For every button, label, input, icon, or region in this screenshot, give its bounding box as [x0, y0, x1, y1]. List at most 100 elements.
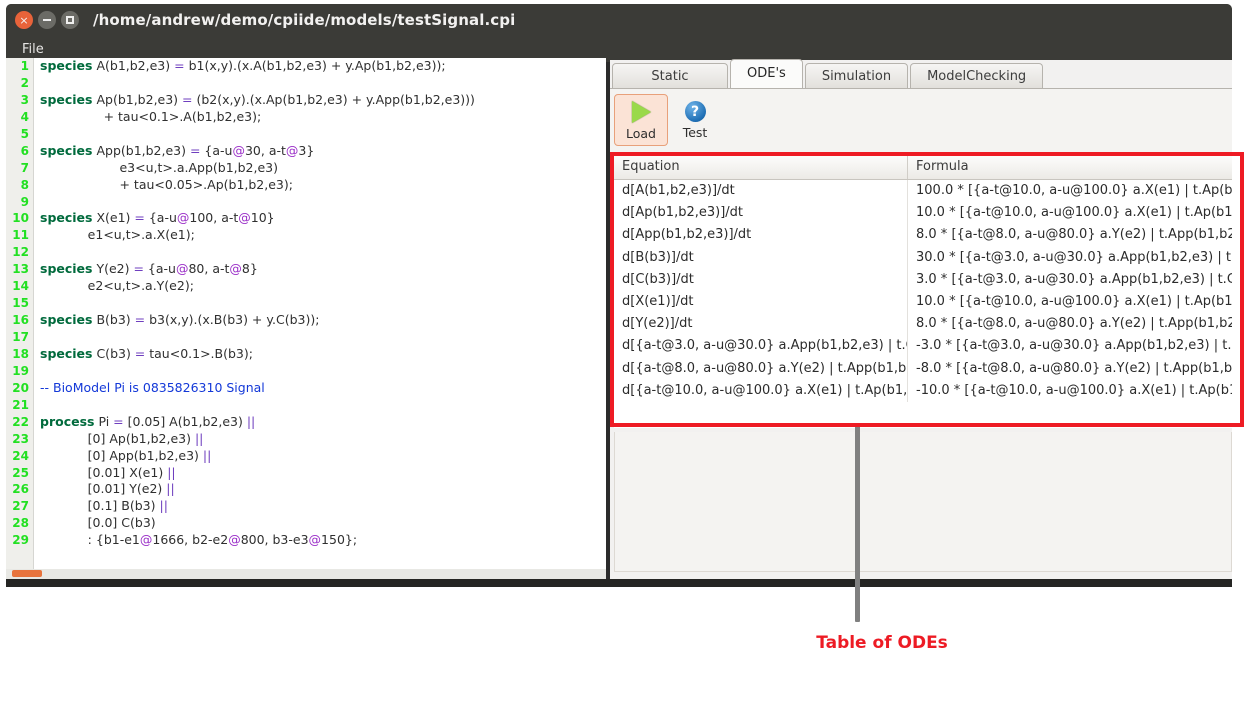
line-number: 15 — [12, 296, 29, 311]
cell-equation: d[{a-t@3.0, a-u@30.0} a.App(b1,b2,e3) | … — [614, 335, 908, 358]
cell-formula: 10.0 * [{a-t@10.0, a-u@100.0} a.X(e1) | … — [916, 293, 1232, 309]
editor-horizontal-scrollbar[interactable] — [6, 569, 606, 579]
cell-formula: 10.0 * [{a-t@10.0, a-u@100.0} a.X(e1) | … — [916, 205, 1232, 221]
maximize-glyph — [66, 16, 74, 24]
line-number: 22 — [12, 414, 29, 429]
code-line: e2<u,t>.a.Y(e2); — [40, 278, 194, 294]
tab-simulation[interactable]: Simulation — [804, 63, 909, 88]
cell-equation: d[Y(e2)]/dt — [614, 313, 908, 336]
table-row[interactable]: d[{a-t@3.0, a-u@30.0} a.App(b1,b2,e3) | … — [614, 335, 1232, 358]
code-line: -- BioModel Pi is 0835826310 Signal — [40, 379, 265, 395]
line-number: 24 — [12, 448, 29, 463]
table-row[interactable]: d[Y(e2)]/dt 8.0 * [{a-t@8.0, a-u@80.0} a.… — [614, 313, 1232, 336]
editor-code-area[interactable]: species A(b1,b2,e3) = b1(x,y).(x.A(b1,b2… — [35, 58, 606, 579]
line-number: 3 — [20, 92, 29, 107]
line-number: 26 — [12, 482, 29, 497]
code-line: + tau<0.1>.A(b1,b2,e3); — [40, 108, 262, 124]
tab-modelchecking[interactable]: ModelChecking — [910, 63, 1044, 88]
line-number: 13 — [12, 262, 29, 277]
code-line: species Ap(b1,b2,e3) = (b2(x,y).(x.Ap(b1… — [40, 91, 475, 107]
cell-equation: d[Ap(b1,b2,e3)]/dt — [614, 202, 908, 225]
minimize-glyph — [43, 19, 51, 21]
line-number: 20 — [12, 380, 29, 395]
screenshot-root: × /home/andrew/demo/cpiide/models/testSi… — [0, 0, 1246, 710]
maximize-icon[interactable] — [61, 11, 79, 29]
line-number: 21 — [12, 397, 29, 412]
code-line: : {b1-e1@1666, b2-e2@800, b3-e3@150}; — [40, 532, 358, 548]
table-row[interactable]: d[{a-t@10.0, a-u@100.0} a.X(e1) | t.Ap(b… — [614, 379, 1232, 402]
column-header-equation[interactable]: Equation — [614, 155, 908, 179]
cell-formula: 3.0 * [{a-t@3.0, a-u@30.0} a.App(b1,b2,e… — [916, 271, 1232, 287]
cell-formula: -8.0 * [{a-t@8.0, a-u@80.0} a.Y(e2) | t.… — [916, 360, 1232, 376]
scrollbar-thumb[interactable] — [12, 570, 42, 577]
line-number: 8 — [20, 177, 29, 192]
line-number: 23 — [12, 431, 29, 446]
window-footer — [6, 579, 1232, 587]
annotation-label: Table of ODEs — [816, 633, 948, 653]
line-number: 25 — [12, 465, 29, 480]
table-row[interactable]: d[A(b1,b2,e3)]/dt 100.0 * [{a-t@10.0, a-u… — [614, 180, 1232, 203]
tab-ode-s[interactable]: ODE's — [730, 59, 803, 88]
test-button-label: Test — [682, 125, 708, 140]
test-button[interactable]: ? Test — [668, 94, 722, 146]
line-number: 19 — [12, 363, 29, 378]
table-row[interactable]: d[App(b1,b2,e3)]/dt 8.0 * [{a-t@8.0, a-u@… — [614, 224, 1232, 247]
tab-static[interactable]: Static — [612, 63, 728, 88]
close-icon[interactable]: × — [15, 11, 33, 29]
cell-equation: d[B(b3)]/dt — [614, 246, 908, 269]
code-line: process Pi = [0.05] A(b1,b2,e3) || — [40, 413, 256, 429]
line-number: 27 — [12, 499, 29, 514]
line-number: 6 — [20, 143, 29, 158]
menu-item-file[interactable]: File — [14, 40, 52, 59]
cell-formula: 8.0 * [{a-t@8.0, a-u@80.0} a.Y(e2) | t.A… — [916, 316, 1232, 332]
cell-formula: -3.0 * [{a-t@3.0, a-u@30.0} a.App(b1,b2,… — [916, 338, 1232, 354]
table-row[interactable]: d[Ap(b1,b2,e3)]/dt 10.0 * [{a-t@10.0, a-u… — [614, 202, 1232, 225]
table-row[interactable]: d[C(b3)]/dt 3.0 * [{a-t@3.0, a-u@30.0} a.… — [614, 268, 1232, 291]
cell-equation: d[C(b3)]/dt — [614, 268, 908, 291]
annotation-pointer-line — [855, 425, 860, 622]
line-number: 28 — [12, 516, 29, 531]
line-number: 1 — [20, 59, 29, 73]
cell-equation: d[X(e1)]/dt — [614, 290, 908, 314]
cell-formula: 100.0 * [{a-t@10.0, a-u@100.0} a.X(e1) |… — [916, 183, 1232, 198]
odes-table[interactable]: Equation Formula d[A(b1,b2,e3)]/dt 100.0 … — [614, 155, 1232, 428]
line-number: 12 — [12, 245, 29, 260]
right-panel: Static ODE's Simulation ModelChecking Load … — [610, 59, 1232, 583]
table-row[interactable]: d[B(b3)]/dt 30.0 * [{a-t@3.0, a-u@30.0} a… — [614, 246, 1232, 269]
table-row[interactable]: d[X(e1)]/dt 10.0 * [{a-t@10.0, a-u@100.0}… — [614, 290, 1232, 314]
table-body: d[A(b1,b2,e3)]/dt 100.0 * [{a-t@10.0, a-u… — [614, 180, 1232, 402]
line-number: 14 — [12, 279, 29, 294]
window-controls: × — [15, 11, 79, 29]
column-header-formula[interactable]: Formula — [908, 155, 1232, 179]
code-line: species App(b1,b2,e3) = {a-u@30, a-t@3} — [40, 142, 315, 158]
cell-formula: 30.0 * [{a-t@3.0, a-u@30.0} a.App(b1,b2,… — [916, 249, 1232, 265]
line-number: 17 — [12, 330, 29, 344]
window-title: /home/andrew/demo/cpiide/models/testSign… — [93, 11, 516, 29]
code-line: [0.0] C(b3) — [40, 515, 156, 531]
line-number: 5 — [20, 126, 29, 141]
line-number: 4 — [20, 109, 29, 124]
window-titlebar: × /home/andrew/demo/cpiide/models/testSi… — [6, 4, 1232, 36]
load-button-label: Load — [626, 126, 656, 141]
code-editor[interactable]: 1 2 3 4 5 6 7 8 9 10 11 12 13 14 15 16 17 18 19 20 21 22 23 24 2… — [6, 58, 606, 579]
table-header-row: Equation Formula — [614, 155, 1232, 180]
code-line: [0] App(b1,b2,e3) || — [40, 447, 212, 463]
help-icon: ? — [684, 101, 706, 122]
cell-equation: d[App(b1,b2,e3)]/dt — [614, 224, 908, 247]
code-line: [0.1] B(b3) || — [40, 498, 168, 514]
minimize-icon[interactable] — [38, 11, 56, 29]
code-line: species Y(e2) = {a-u@80, a-t@8} — [40, 261, 258, 277]
table-row[interactable]: d[{a-t@8.0, a-u@80.0} a.Y(e2) | t.App(b1… — [614, 357, 1232, 380]
line-number: 2 — [20, 75, 29, 90]
load-button[interactable]: Load — [614, 94, 668, 146]
code-line: [0.01] X(e1) || — [40, 464, 176, 480]
line-number: 11 — [12, 228, 29, 243]
line-number: 18 — [12, 346, 29, 361]
